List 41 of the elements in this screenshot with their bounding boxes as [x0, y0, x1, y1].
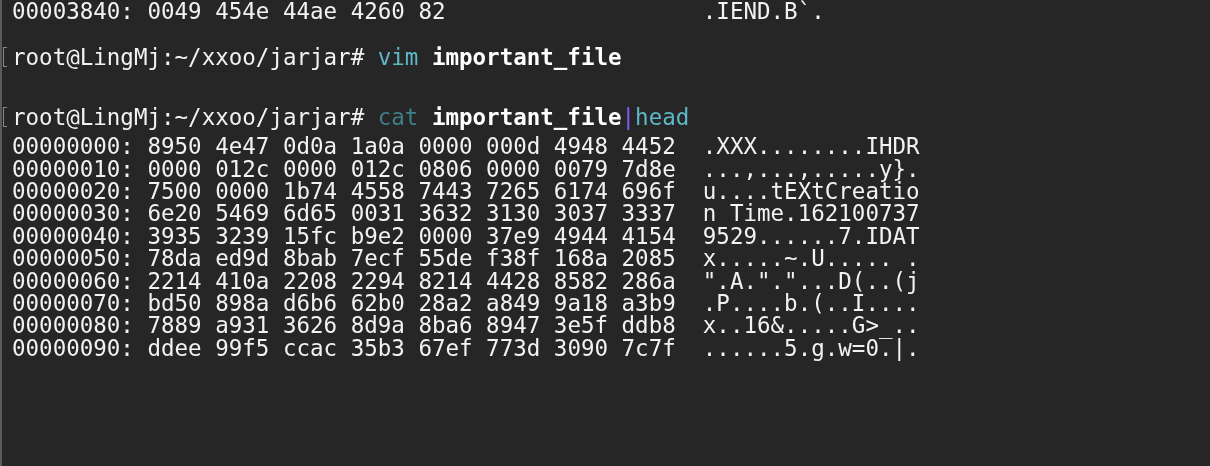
hex-offset: 00000080: — [12, 314, 134, 337]
ascii-text: 9529......7.IDAT — [702, 224, 920, 248]
hex-offset: 00000050: — [12, 247, 134, 270]
hex-bytes: 2214 410a 2208 2294 8214 4428 8582 286a — [147, 269, 676, 292]
ascii-text: ".A."."...D(..(j — [702, 269, 920, 292]
pipe-symbol: | — [621, 105, 636, 129]
hex-offset: 00000020: — [12, 179, 134, 203]
hex-bytes: 6e20 5469 6d65 0031 3632 3130 3037 3337 — [147, 202, 676, 225]
ascii-text: x.....~.U..... . — [702, 247, 920, 270]
ascii-text: x..16&.....G>_.. — [702, 314, 920, 337]
hex-bytes: 3935 3239 15fc b9e2 0000 37e9 4944 4154 — [147, 224, 676, 248]
hex-offset: 00000040: — [12, 224, 134, 248]
hex-offset: 00003840: — [12, 0, 134, 23]
hex-bytes: ddee 99f5 ccac 35b3 67ef 773d 3090 7c7f — [147, 336, 676, 360]
command-argument: important_file — [431, 46, 622, 69]
command-name: head — [635, 105, 690, 129]
command-argument: important_file — [431, 105, 622, 129]
hex-bytes: bd50 898a d6b6 62b0 28a2 a849 9a18 a3b9 — [147, 291, 676, 315]
hex-offset: 00000030: — [12, 202, 134, 225]
ascii-text: .IEND.B`. — [702, 0, 825, 23]
command-name: vim — [377, 46, 419, 69]
command-name: cat — [377, 105, 419, 129]
hex-bytes: 7889 a931 3626 8d9a 8ba6 8947 3e5f ddb8 — [147, 314, 676, 337]
hex-offset: 00000000: — [12, 135, 134, 158]
hex-bytes: 7500 0000 1b74 4558 7443 7265 6174 696f — [147, 179, 676, 203]
hex-offset: 00000090: — [12, 336, 134, 360]
shell-prompt: root@LingMj:~/xxoo/jarjar# — [12, 105, 365, 129]
bracket-mark-icon — [3, 47, 7, 68]
ascii-text: n Time.162100737 — [702, 202, 920, 225]
hex-bytes: 0000 012c 0000 012c 0806 0000 0079 7d8e — [147, 157, 676, 180]
ascii-text: ......5.g.w=0.|. — [702, 336, 920, 360]
ascii-text: .XXX........IHDR — [702, 135, 920, 158]
hex-bytes: 0049 454e 44ae 4260 82 — [147, 0, 447, 23]
ascii-text: ...,...,.....y}. — [702, 157, 920, 180]
bracket-mark-icon — [3, 106, 7, 127]
hex-offset: 00000070: — [12, 291, 134, 315]
hex-bytes: 8950 4e47 0d0a 1a0a 0000 000d 4948 4452 — [147, 135, 676, 158]
hex-offset: 00000060: — [12, 269, 134, 292]
hex-offset: 00000010: — [12, 157, 134, 180]
hex-bytes: 78da ed9d 8bab 7ecf 55de f38f 168a 2085 — [147, 247, 676, 270]
shell-prompt: root@LingMj:~/xxoo/jarjar# — [12, 46, 365, 69]
